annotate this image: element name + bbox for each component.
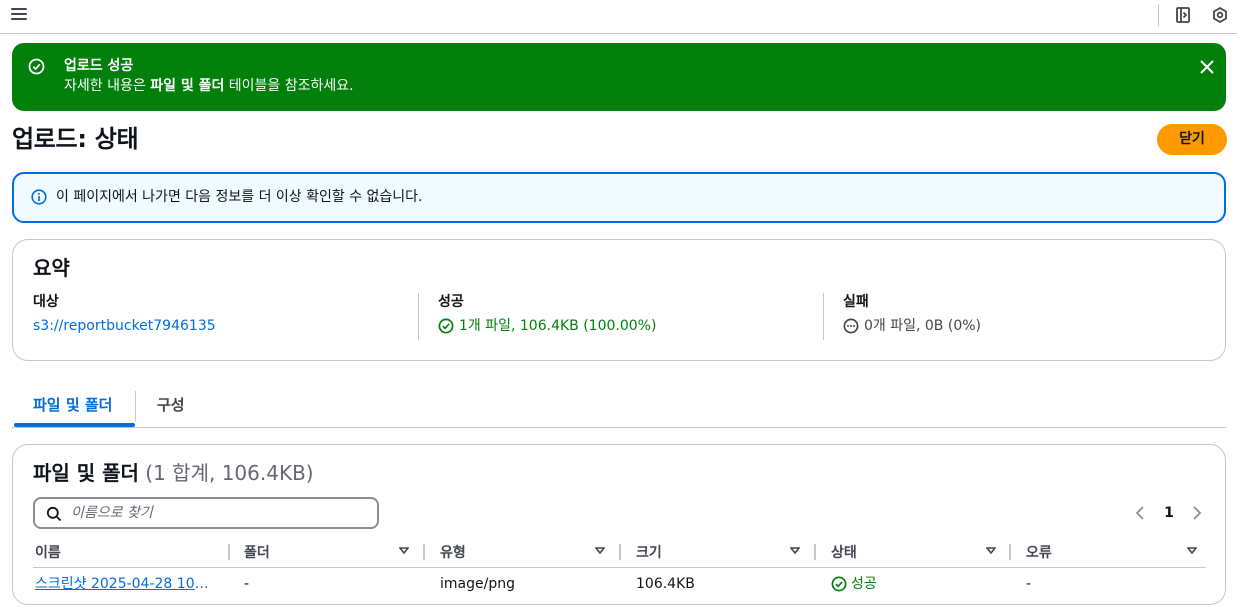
- column-resizer[interactable]: [619, 544, 621, 560]
- column-header-error[interactable]: 오류: [1026, 543, 1052, 563]
- close-icon[interactable]: [1197, 57, 1217, 77]
- summary-divider: [418, 293, 419, 340]
- pending-circle-icon: [843, 318, 859, 334]
- files-count: (1 합계, 106.4KB): [145, 461, 314, 485]
- close-button[interactable]: 닫기: [1157, 124, 1227, 155]
- tab-divider: [135, 391, 136, 421]
- summary-heading: 요약: [33, 256, 70, 280]
- active-tab-indicator: [14, 423, 135, 427]
- summary-card: 요약 대상 s3://reportbucket7946135 성공 1개 파일,…: [12, 239, 1226, 361]
- flash-body-suffix: 테이블을 참조하세요.: [224, 78, 354, 94]
- summary-destination: 대상 s3://reportbucket7946135: [33, 293, 216, 341]
- page-number[interactable]: 1: [1163, 503, 1175, 523]
- check-circle-icon: [438, 318, 454, 334]
- top-bar: [0, 0, 1237, 34]
- search-input[interactable]: [71, 503, 371, 523]
- summary-failed: 실패 0개 파일, 0B (0%): [843, 293, 981, 341]
- flash-body-bold: 파일 및 폴더: [150, 78, 225, 94]
- file-name-link[interactable]: 스크린샷 2025-04-28 103...: [35, 575, 213, 593]
- tab-files-and-folders[interactable]: 파일 및 폴더: [33, 395, 112, 415]
- failed-label: 실패: [843, 294, 869, 310]
- info-icon: [31, 189, 47, 205]
- files-heading: 파일 및 폴더 (1 합계, 106.4KB): [33, 460, 314, 486]
- files-card: 파일 및 폴더 (1 합계, 106.4KB) 1 이름 폴더 유형 크기 상태…: [12, 444, 1226, 605]
- table-header: 이름 폴더 유형 크기 상태 오류: [33, 540, 1206, 568]
- topbar-divider: [1158, 4, 1159, 26]
- column-header-type[interactable]: 유형: [440, 543, 466, 563]
- flash-title: 업로드 성공: [64, 58, 134, 74]
- flash-body-prefix: 자세한 내용은: [64, 78, 151, 94]
- sort-caret-icon[interactable]: [1187, 547, 1197, 555]
- chevron-left-icon[interactable]: [1133, 503, 1147, 523]
- search-box: [33, 497, 379, 529]
- column-resizer[interactable]: [228, 544, 230, 560]
- sort-caret-icon[interactable]: [595, 547, 605, 555]
- column-header-folder[interactable]: 폴더: [244, 543, 270, 563]
- column-header-size[interactable]: 크기: [636, 543, 662, 563]
- column-resizer[interactable]: [1009, 544, 1011, 560]
- hamburger-icon[interactable]: [11, 8, 27, 22]
- success-label: 성공: [438, 294, 464, 310]
- column-header-status[interactable]: 상태: [831, 543, 857, 563]
- cell-size: 106.4KB: [636, 576, 695, 592]
- cell-folder: -: [244, 576, 250, 592]
- page-title: 업로드: 상태: [12, 125, 139, 153]
- destination-label: 대상: [33, 294, 59, 310]
- summary-success: 성공 1개 파일, 106.4KB (100.00%): [438, 293, 656, 341]
- search-icon: [46, 506, 62, 522]
- sort-caret-icon[interactable]: [986, 547, 996, 555]
- cloudshell-hexagon-icon[interactable]: [1211, 6, 1229, 24]
- cell-error: -: [1026, 576, 1032, 592]
- chevron-right-icon[interactable]: [1190, 503, 1204, 523]
- column-resizer[interactable]: [814, 544, 816, 560]
- info-alert: 이 페이지에서 나가면 다음 정보를 더 이상 확인할 수 없습니다.: [12, 172, 1226, 223]
- check-circle-icon: [831, 576, 847, 592]
- table-row: 스크린샷 2025-04-28 103... - image/png 106.4…: [33, 568, 1206, 600]
- summary-divider: [823, 293, 824, 340]
- success-value: 1개 파일, 106.4KB (100.00%): [459, 318, 657, 334]
- tabs: 파일 및 폴더 구성: [12, 386, 1226, 428]
- flash-body: 자세한 내용은 파일 및 폴더 테이블을 참조하세요.: [64, 77, 354, 95]
- column-resizer[interactable]: [423, 544, 425, 560]
- tab-configuration[interactable]: 구성: [157, 395, 185, 415]
- check-circle-icon: [28, 58, 45, 75]
- info-alert-text: 이 페이지에서 나가면 다음 정보를 더 이상 확인할 수 없습니다.: [56, 189, 423, 205]
- cell-type: image/png: [440, 576, 515, 592]
- sort-caret-icon[interactable]: [399, 547, 409, 555]
- destination-link[interactable]: s3://reportbucket7946135: [33, 317, 216, 335]
- side-panel-icon[interactable]: [1174, 6, 1192, 24]
- cell-status: 성공: [831, 575, 877, 593]
- status-text: 성공: [851, 576, 877, 592]
- column-header-name[interactable]: 이름: [35, 543, 61, 563]
- success-flashbar: 업로드 성공 자세한 내용은 파일 및 폴더 테이블을 참조하세요.: [12, 43, 1226, 111]
- failed-value: 0개 파일, 0B (0%): [864, 318, 981, 334]
- files-heading-title: 파일 및 폴더: [33, 461, 139, 485]
- sort-caret-icon[interactable]: [790, 547, 800, 555]
